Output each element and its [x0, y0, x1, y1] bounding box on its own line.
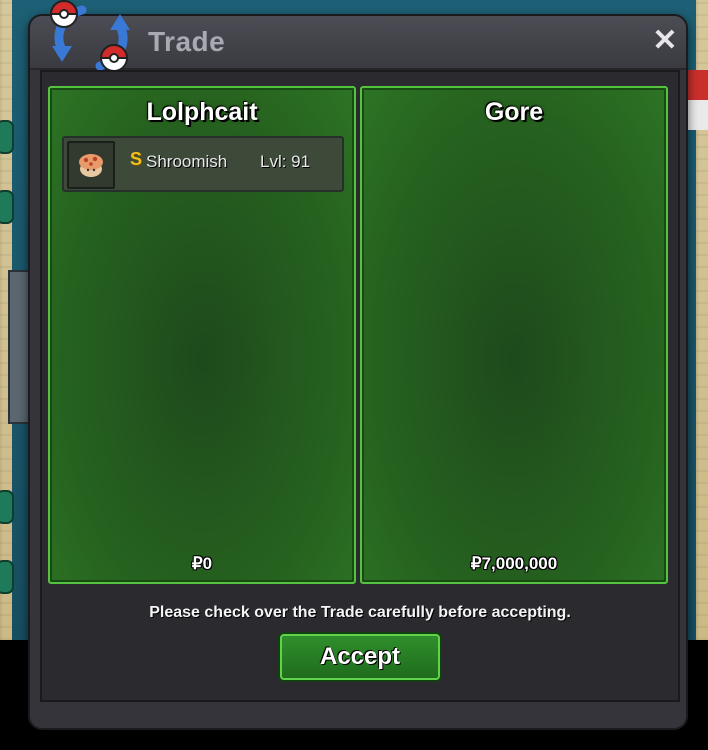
close-button[interactable]: ✕ [650, 24, 680, 58]
money-right: ₽7,000,000 [470, 554, 558, 573]
dialog-title: Trade [148, 26, 226, 57]
money-left: ₽0 [191, 554, 213, 573]
pokeball-icon [99, 44, 129, 72]
accept-button[interactable]: Accept [280, 634, 440, 680]
trade-panel-left: Lolphcait S Shroomish Lvl: 91 ₽0 [48, 86, 356, 584]
pokeball-icon [49, 0, 79, 28]
item-slot [67, 141, 115, 189]
player-name-left: Lolphcait [146, 98, 258, 126]
bush-tile [0, 490, 14, 524]
bush-tile [0, 190, 14, 224]
trade-content: Lolphcait S Shroomish Lvl: 91 ₽0 Gore ₽7… [40, 70, 680, 702]
bush-tile [0, 560, 14, 594]
trade-dialog: Trade ✕ Lolphcait S Shroomish Lvl: 91 ₽0… [28, 0, 688, 730]
bush-tile [0, 120, 14, 154]
trade-notice: Please check over the Trade carefully be… [149, 604, 571, 621]
player-name-right: Gore [484, 98, 544, 126]
pokemon-level: Lvl: 91 [260, 152, 311, 171]
trade-item-row[interactable]: S Shroomish Lvl: 91 [62, 136, 344, 192]
trade-panel-right: Gore ₽7,000,000 [360, 86, 668, 584]
shroomish-sprite-icon [79, 154, 103, 177]
pokemon-name: Shroomish [146, 152, 228, 171]
shiny-badge: S [130, 149, 143, 169]
trade-exchange-icon [49, 0, 130, 72]
